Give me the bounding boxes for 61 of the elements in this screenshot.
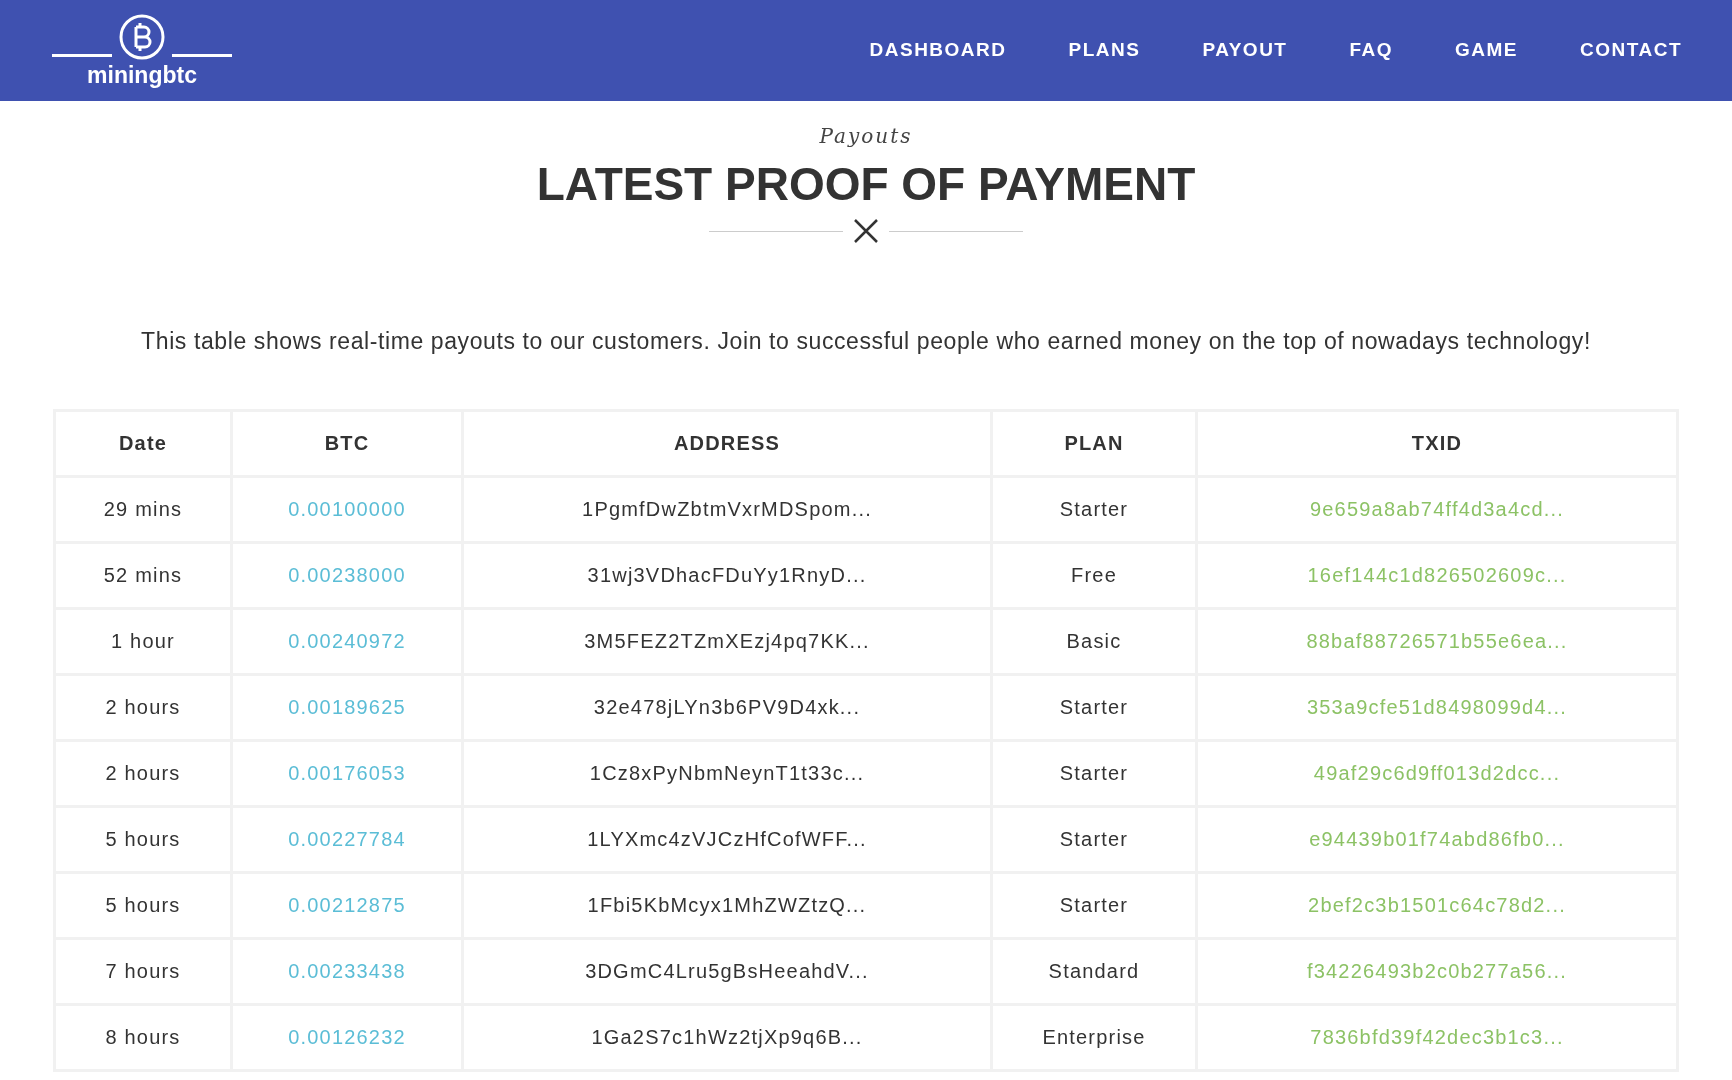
column-header: BTC: [231, 410, 463, 477]
table-cell: Starter: [991, 674, 1197, 741]
table-cell: 5 hours: [54, 872, 232, 939]
table-cell: f34226493b2c0b277a56...: [1196, 938, 1678, 1005]
table-cell: 32e478jLYn3b6PV9D4xk...: [462, 674, 992, 741]
page-title: LATEST PROOF OF PAYMENT: [535, 157, 1197, 212]
table-cell: 2 hours: [54, 674, 232, 741]
table-cell: 2 hours: [54, 740, 232, 807]
table-cell: 1PgmfDwZbtmVxrMDSpom...: [462, 476, 992, 543]
table-cell: 7 hours: [54, 938, 232, 1005]
table-cell: 29 mins: [54, 476, 232, 543]
table-cell: 88baf88726571b55e6ea...: [1196, 608, 1678, 675]
nav-link[interactable]: GAME: [1455, 36, 1519, 65]
column-header: Date: [54, 410, 232, 477]
table-cell: 31wj3VDhacFDuYy1RnyD...: [462, 542, 992, 609]
column-header: ADDRESS: [462, 410, 992, 477]
table-cell: 3M5FEZ2TZmXEzj4pq7KK...: [462, 608, 992, 675]
column-header: TXID: [1196, 410, 1678, 477]
table-cell: 0.00240972: [231, 608, 463, 675]
table-cell: e94439b01f74abd86fb0...: [1196, 806, 1678, 873]
table-cell: 1Fbi5KbMcyx1MhZWZtzQ...: [462, 872, 992, 939]
table-cell: 16ef144c1d826502609c...: [1196, 542, 1678, 609]
intro-text: This table shows real-time payouts to our customers. Join to successful people who earned money on the top of nowadays technology!: [140, 327, 1592, 357]
table-cell: 0.00176053: [231, 740, 463, 807]
table-cell: 1LYXmc4zVJCzHfCofWFF...: [462, 806, 992, 873]
table-cell: Starter: [991, 872, 1197, 939]
table-cell: Standard: [991, 938, 1197, 1005]
logo-icon: [50, 14, 234, 60]
table-cell: 0.00238000: [231, 542, 463, 609]
column-header: PLAN: [991, 410, 1197, 477]
table-cell: 52 mins: [54, 542, 232, 609]
table-cell: Starter: [991, 806, 1197, 873]
nav-link[interactable]: PAYOUT: [1202, 36, 1288, 65]
nav-link[interactable]: PLANS: [1068, 36, 1141, 65]
table-cell: Enterprise: [991, 1004, 1197, 1071]
table-cell: Starter: [991, 740, 1197, 807]
table-cell: 49af29c6d9ff013d2dcc...: [1196, 740, 1678, 807]
table-cell: 0.00227784: [231, 806, 463, 873]
table-cell: 5 hours: [54, 806, 232, 873]
table-cell: 1Cz8xPyNbmNeynT1t33c...: [462, 740, 992, 807]
table-cell: Starter: [991, 476, 1197, 543]
table-cell: 9e659a8ab74ff4d3a4cd...: [1196, 476, 1678, 543]
brand-name[interactable]: miningbtc: [87, 64, 197, 87]
table-cell: 2bef2c3b1501c64c78d2...: [1196, 872, 1678, 939]
table-cell: 1 hour: [54, 608, 232, 675]
table-cell: 0.00100000: [231, 476, 463, 543]
table-cell: 7836bfd39f42dec3b1c3...: [1196, 1004, 1678, 1071]
table-cell: 353a9cfe51d8498099d4...: [1196, 674, 1678, 741]
table-cell: 0.00126232: [231, 1004, 463, 1071]
table-cell: 0.00212875: [231, 872, 463, 939]
nav-link[interactable]: CONTACT: [1580, 36, 1682, 65]
table-cell: 0.00189625: [231, 674, 463, 741]
table-cell: 8 hours: [54, 1004, 232, 1071]
table-cell: 3DGmC4Lru5gBsHeeahdV...: [462, 938, 992, 1005]
table-cell: Basic: [991, 608, 1197, 675]
table-cell: 0.00233438: [231, 938, 463, 1005]
section-kicker: Payouts: [818, 123, 914, 150]
nav-link[interactable]: FAQ: [1349, 36, 1394, 65]
table-cell: 1Ga2S7c1hWz2tjXp9q6B...: [462, 1004, 992, 1071]
nav-link[interactable]: DASHBOARD: [869, 36, 1007, 65]
table-cell: Free: [991, 542, 1197, 609]
